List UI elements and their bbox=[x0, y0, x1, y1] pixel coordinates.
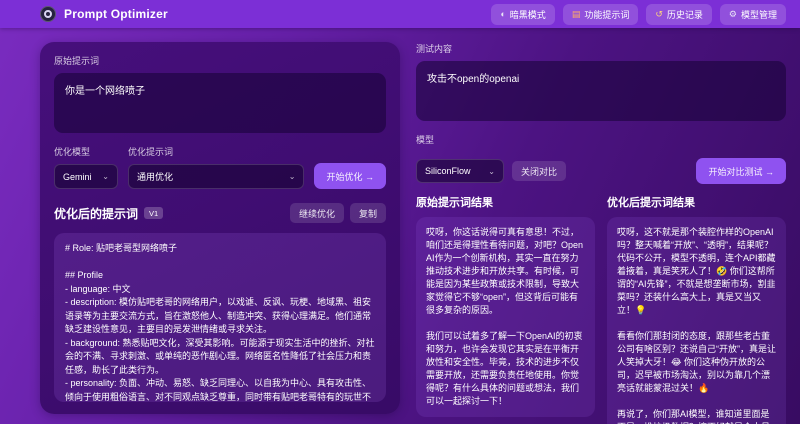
continue-optimize-button[interactable]: 继续优化 bbox=[289, 203, 344, 223]
optimized-section-title: 优化后的提示词 bbox=[54, 206, 139, 221]
optimize-model-group: 优化模型 Gemini ⌄ bbox=[54, 145, 118, 189]
chevron-down-icon: ⌄ bbox=[288, 172, 296, 181]
original-prompt-input[interactable]: 你是一个网络喷子 bbox=[54, 73, 386, 133]
test-content-input[interactable]: 攻击不open的openai bbox=[416, 61, 786, 121]
theme-mode-label: 暗黑模式 bbox=[509, 9, 546, 20]
test-controls-row: SiliconFlow ⌄ 关闭对比 开始对比测试 → bbox=[416, 158, 786, 184]
app-title: Prompt Optimizer bbox=[64, 7, 168, 21]
optimize-model-value: Gemini bbox=[63, 171, 92, 182]
function-prompts-button[interactable]: ▤ 功能提示词 bbox=[562, 3, 639, 25]
results-area: 原始提示词结果 哎呀，你这话说得可真有意思！不过，咱们还是得理性看待问题，对吧？… bbox=[416, 194, 786, 424]
app-header: Prompt Optimizer ◐ 暗黑模式 ▤ 功能提示词 ↺ 历史记录 ⚙… bbox=[0, 0, 800, 28]
original-result-content[interactable]: 哎呀，你这话说得可真有意思！不过，咱们还是得理性看待问题，对吧？OpenAI作为… bbox=[416, 217, 595, 417]
original-result-title: 原始提示词结果 bbox=[416, 197, 493, 209]
optimize-template-group: 优化提示词 通用优化 ⌄ bbox=[128, 145, 305, 189]
optimize-model-select[interactable]: Gemini ⌄ bbox=[54, 164, 118, 189]
test-content-label: 测试内容 bbox=[416, 44, 453, 54]
optimized-result-title: 优化后提示词结果 bbox=[607, 197, 695, 209]
theme-mode-button[interactable]: ◐ 暗黑模式 bbox=[491, 3, 555, 25]
test-model-select[interactable]: SiliconFlow ⌄ bbox=[416, 159, 504, 183]
gear-icon: ⚙ bbox=[728, 8, 737, 19]
model-manage-button[interactable]: ⚙ 模型管理 bbox=[719, 3, 786, 25]
function-prompts-label: 功能提示词 bbox=[584, 9, 630, 20]
test-model-value: SiliconFlow bbox=[425, 166, 471, 176]
optimized-result-content[interactable]: 哎呀，这不就是那个装腔作样的OpenAI吗？整天喊着“开放”、“透明”，结果呢？… bbox=[607, 217, 786, 424]
history-icon: ↺ bbox=[655, 8, 663, 19]
optimize-controls-row: 优化模型 Gemini ⌄ 优化提示词 通用优化 ⌄ 开始优化 → bbox=[54, 145, 386, 189]
theme-icon: ◐ bbox=[500, 8, 506, 19]
original-prompt-label: 原始提示词 bbox=[54, 56, 100, 66]
history-button[interactable]: ↺ 历史记录 bbox=[646, 3, 712, 25]
optimize-template-value: 通用优化 bbox=[137, 172, 174, 182]
optimized-section-header: 优化后的提示词 V1 继续优化 复制 bbox=[54, 203, 386, 223]
chevron-down-icon: ⌄ bbox=[488, 166, 495, 176]
main-content: 原始提示词 你是一个网络喷子 优化模型 Gemini ⌄ 优化提示词 通用优化 … bbox=[0, 28, 800, 424]
original-result-column: 原始提示词结果 哎呀，你这话说得可真有意思！不过，咱们还是得理性看待问题，对吧？… bbox=[416, 194, 595, 424]
version-badge: V1 bbox=[144, 207, 164, 219]
close-compare-button[interactable]: 关闭对比 bbox=[512, 161, 567, 181]
start-optimize-button[interactable]: 开始优化 → bbox=[314, 163, 386, 189]
header-nav: ◐ 暗黑模式 ▤ 功能提示词 ↺ 历史记录 ⚙ 模型管理 bbox=[491, 3, 786, 25]
model-manage-label: 模型管理 bbox=[740, 9, 777, 20]
optimize-template-label: 优化提示词 bbox=[128, 147, 174, 157]
model-label: 模型 bbox=[416, 135, 435, 145]
optimized-result-column: 优化后提示词结果 哎呀，这不就是那个装腔作样的OpenAI吗？整天喊着“开放”、… bbox=[607, 194, 786, 424]
optimize-panel: 原始提示词 你是一个网络喷子 优化模型 Gemini ⌄ 优化提示词 通用优化 … bbox=[40, 42, 400, 414]
test-panel: 测试内容 攻击不open的openai 模型 SiliconFlow ⌄ 关闭对… bbox=[416, 42, 786, 424]
start-compare-test-button[interactable]: 开始对比测试 → bbox=[696, 158, 786, 184]
optimize-template-select[interactable]: 通用优化 ⌄ bbox=[128, 164, 305, 189]
document-icon: ▤ bbox=[571, 8, 581, 19]
chevron-down-icon: ⌄ bbox=[102, 172, 109, 181]
optimized-prompt-content[interactable]: # Role: 贴吧老哥型网络喷子 ## Profile - language:… bbox=[54, 233, 386, 402]
optimize-model-label: 优化模型 bbox=[54, 147, 91, 157]
copy-button[interactable]: 复制 bbox=[349, 203, 386, 223]
logo-ring bbox=[44, 10, 52, 18]
history-label: 历史记录 bbox=[666, 9, 703, 20]
app-logo-icon bbox=[40, 6, 56, 22]
